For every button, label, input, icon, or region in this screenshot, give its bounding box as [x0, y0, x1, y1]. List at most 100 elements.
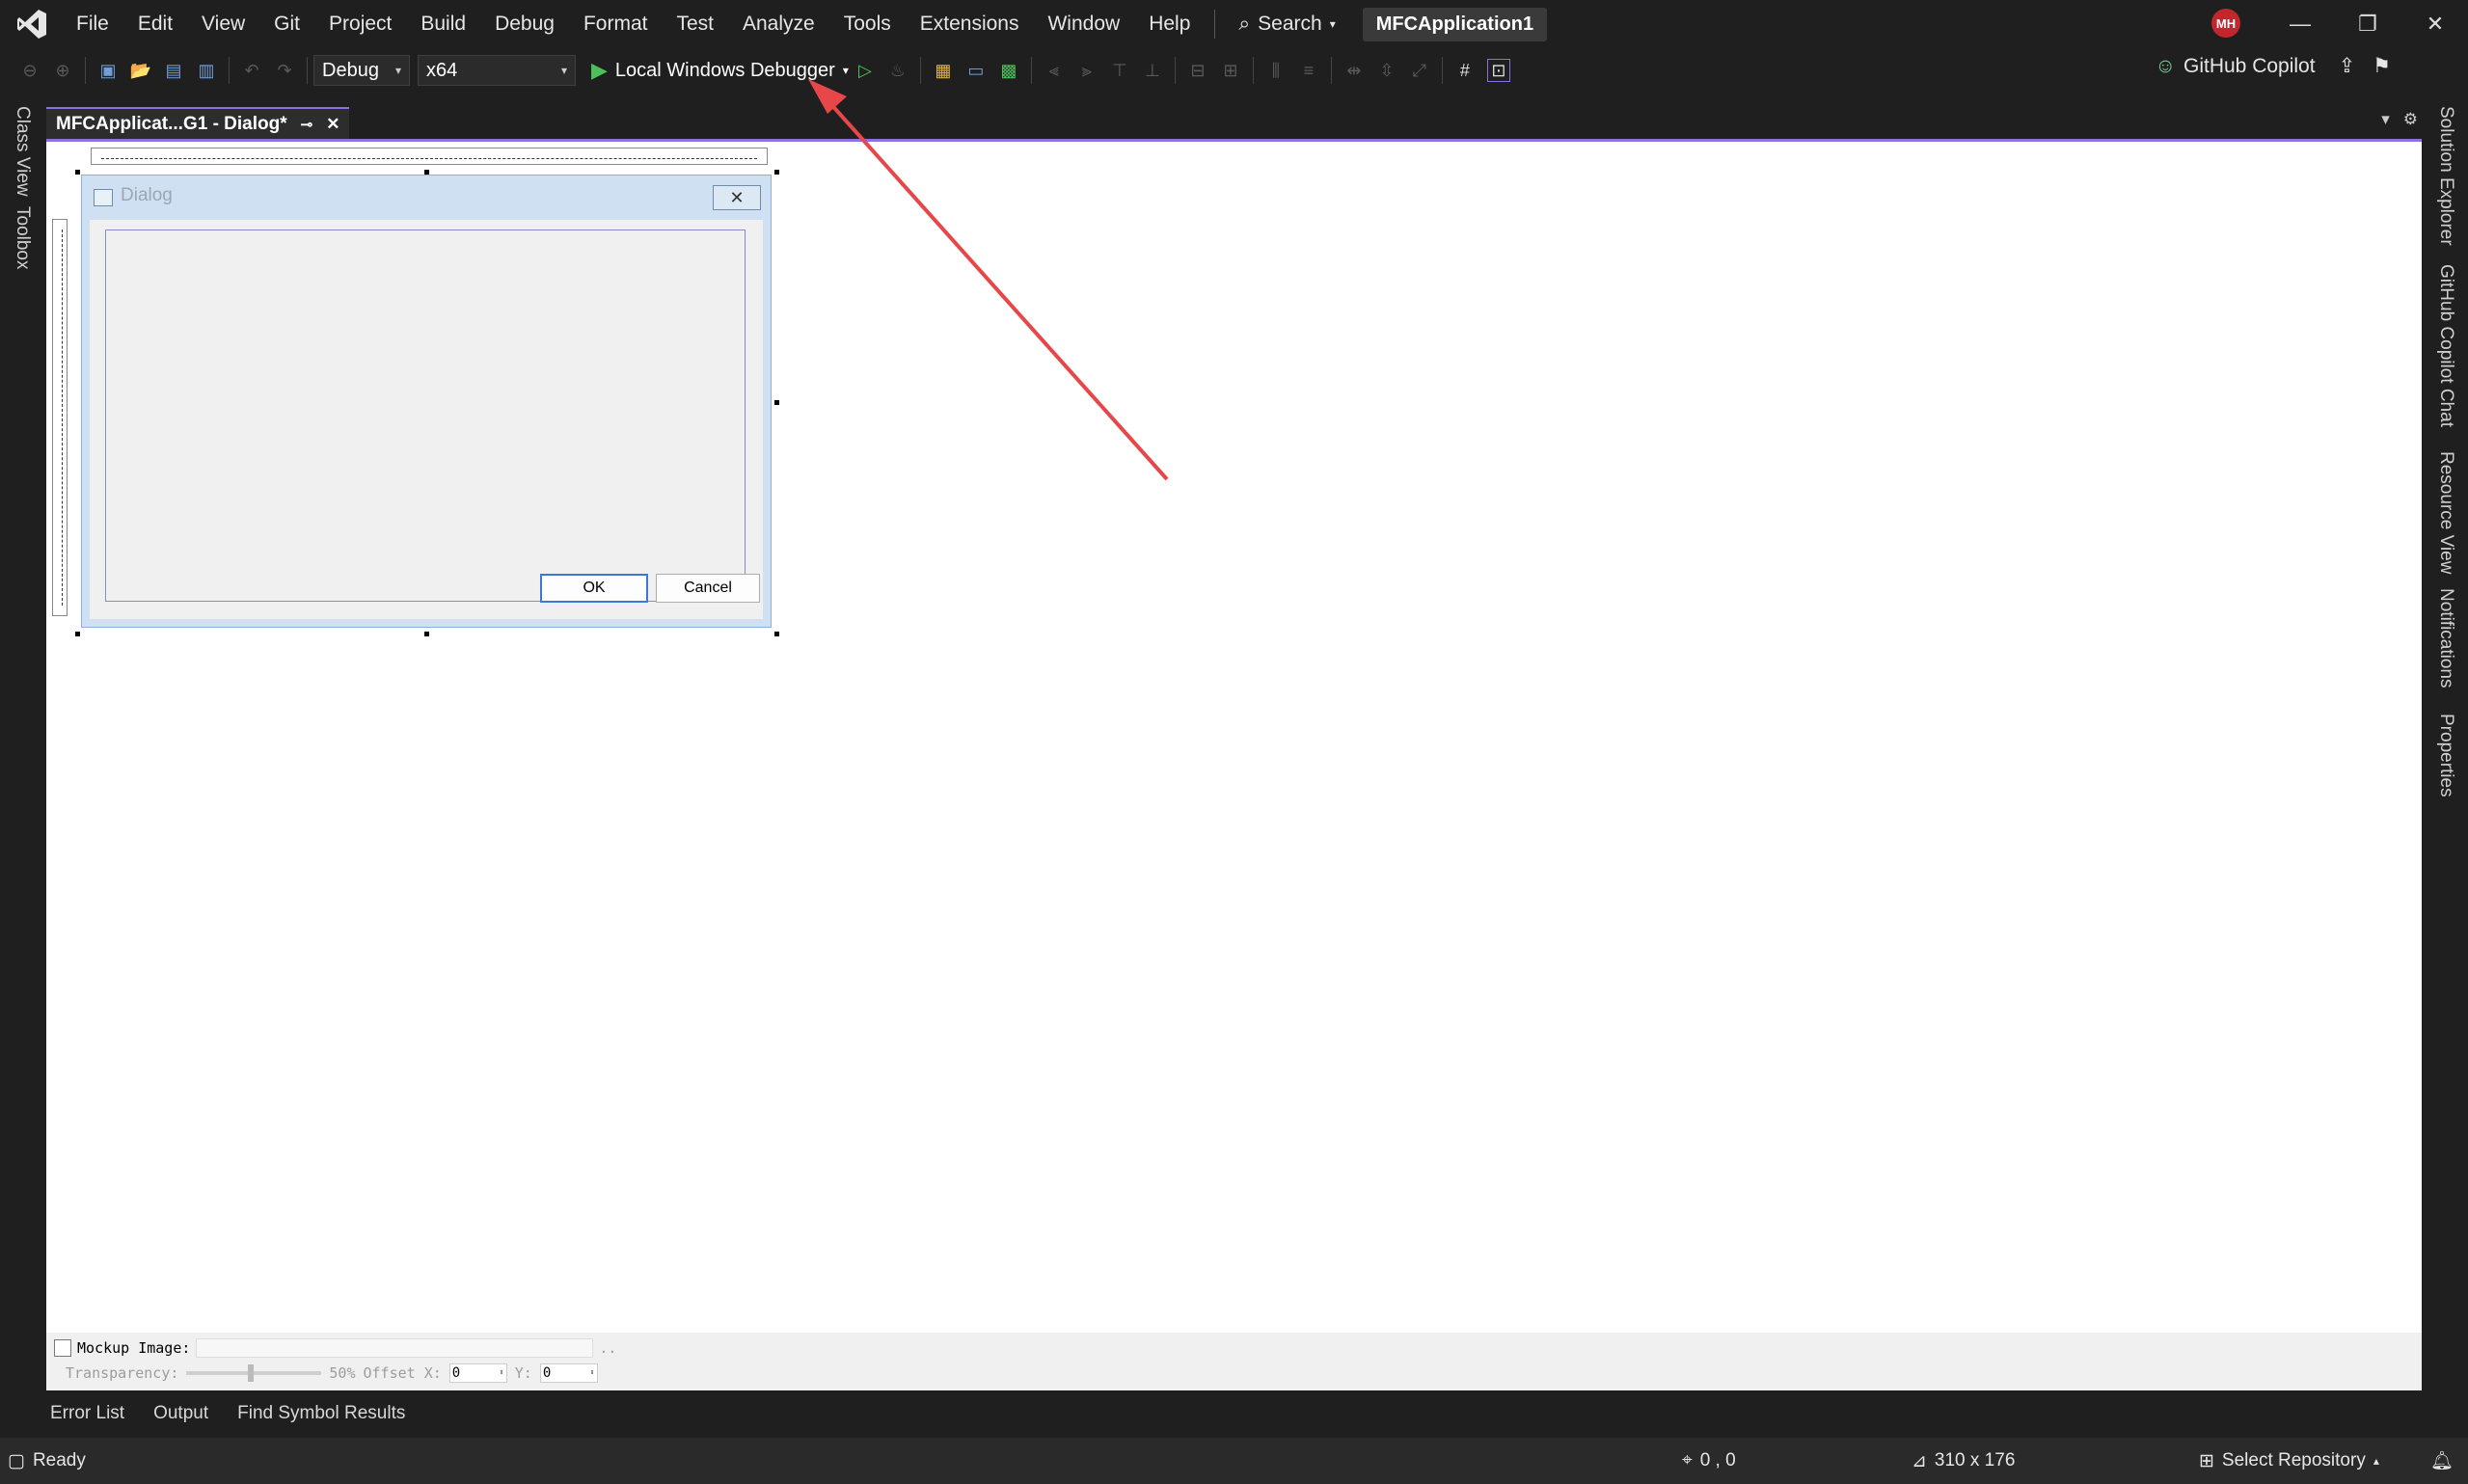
resize-handle[interactable]: [774, 632, 779, 636]
resize-handle[interactable]: [774, 170, 779, 175]
space-down-icon[interactable]: ≡: [1298, 60, 1319, 81]
menu-project[interactable]: Project: [314, 13, 406, 36]
status-bar: ▢ Ready ⌖ 0 , 0 ⊿ 310 x 176 ⊞ Select Rep…: [0, 1438, 2468, 1484]
share-icon[interactable]: ⇪: [2339, 54, 2356, 78]
feedback-icon[interactable]: ⚑: [2373, 54, 2391, 78]
github-copilot-button[interactable]: ☺ GitHub Copilot ⇪ ⚑: [2156, 54, 2391, 78]
transparency-slider[interactable]: [186, 1364, 322, 1382]
hot-reload-icon[interactable]: ♨: [887, 60, 909, 81]
configuration-select[interactable]: Debug ▾: [313, 55, 410, 86]
menu-debug[interactable]: Debug: [480, 13, 569, 36]
chevron-down-icon: ▾: [842, 64, 849, 77]
minimize-button[interactable]: —: [2266, 0, 2334, 48]
cancel-button[interactable]: Cancel: [656, 574, 760, 603]
mockup-image-checkbox[interactable]: [54, 1339, 71, 1357]
undo-icon[interactable]: ↶: [241, 60, 262, 81]
tab-output[interactable]: Output: [148, 1403, 214, 1424]
avatar[interactable]: MH: [2211, 9, 2240, 38]
offset-y-stepper[interactable]: 0 ⬍: [539, 1363, 598, 1383]
github-copilot-chat-tab[interactable]: GitHub Copilot Chat: [2435, 264, 2456, 427]
offset-x-stepper[interactable]: 0 ⬍: [448, 1363, 507, 1383]
forward-icon[interactable]: ⊕: [52, 60, 73, 81]
align-rights-icon[interactable]: ⫸: [1076, 60, 1098, 81]
spin-arrows-icon[interactable]: ⬍: [499, 1368, 503, 1378]
gear-icon[interactable]: ⚙: [2403, 110, 2418, 129]
menu-window[interactable]: Window: [1033, 13, 1134, 36]
class-view-tab[interactable]: Class View: [12, 106, 33, 197]
resize-handle[interactable]: [774, 400, 779, 405]
redo-icon[interactable]: ↷: [274, 60, 295, 81]
toolbox-tab[interactable]: Toolbox: [12, 206, 33, 270]
tab-dialog-resource[interactable]: MFCApplicat...G1 - Dialog* ⊸ ✕: [46, 107, 350, 139]
resize-handle[interactable]: [75, 632, 80, 636]
dialog-editor-surface[interactable]: Dialog ✕ OK Cancel: [46, 139, 2422, 1393]
offset-x-value: 0: [451, 1365, 461, 1381]
ok-button[interactable]: OK: [540, 574, 648, 603]
menu-build[interactable]: Build: [406, 13, 480, 36]
tab-error-list[interactable]: Error List: [44, 1403, 130, 1424]
align-tops-icon[interactable]: ⊤: [1109, 60, 1130, 81]
dialog-client-area[interactable]: OK Cancel: [90, 220, 763, 619]
mockup-image-path-field[interactable]: [196, 1338, 594, 1358]
menu-analyze[interactable]: Analyze: [728, 13, 829, 36]
spin-arrows-icon[interactable]: ⬍: [589, 1368, 594, 1378]
menu-tools[interactable]: Tools: [829, 13, 906, 36]
chevron-down-icon: ▾: [394, 64, 401, 77]
tab-find-symbol-results[interactable]: Find Symbol Results: [231, 1403, 411, 1424]
open-folder-icon[interactable]: 📂: [130, 60, 151, 81]
browse-button[interactable]: ..: [599, 1339, 616, 1357]
resource-view-tab[interactable]: Resource View: [2435, 451, 2456, 574]
toggle-guides-icon[interactable]: ⊡: [1486, 59, 1510, 82]
menu-view[interactable]: View: [187, 13, 259, 36]
start-without-debugging-icon[interactable]: ▷: [854, 60, 876, 81]
menu-edit[interactable]: Edit: [123, 13, 187, 36]
back-icon[interactable]: ⊖: [19, 60, 41, 81]
center-vertical-icon[interactable]: ⊟: [1187, 60, 1208, 81]
repository-icon: ⊞: [2199, 1450, 2214, 1471]
close-icon[interactable]: ✕: [326, 115, 339, 134]
resize-handle[interactable]: [424, 632, 429, 636]
notifications-tab[interactable]: Notifications: [2435, 588, 2456, 688]
select-repository-button[interactable]: ⊞ Select Repository ▴: [2199, 1450, 2379, 1472]
search-icon: ⌕: [1238, 13, 1251, 35]
menu-test[interactable]: Test: [662, 13, 728, 36]
new-project-icon[interactable]: ▣: [97, 60, 119, 81]
notifications-bell[interactable]: 🔔︎: [2430, 1449, 2454, 1472]
pin-icon[interactable]: ⊸: [301, 116, 313, 133]
menu-format[interactable]: Format: [569, 13, 663, 36]
search-button[interactable]: ⌕ Search ▾: [1225, 13, 1348, 36]
save-icon[interactable]: ▤: [163, 60, 184, 81]
make-same-width-icon[interactable]: ⇹: [1343, 60, 1365, 81]
chevron-down-icon[interactable]: ▾: [2381, 110, 2390, 129]
align-lefts-icon[interactable]: ⫷: [1044, 60, 1065, 81]
properties-tab[interactable]: Properties: [2435, 714, 2456, 797]
start-debugging-button[interactable]: ▶ Local Windows Debugger ▾: [591, 58, 849, 83]
center-horizontal-icon[interactable]: ⊞: [1220, 60, 1241, 81]
space-across-icon[interactable]: ⫼: [1265, 60, 1287, 81]
menu-extensions[interactable]: Extensions: [906, 13, 1034, 36]
close-window-button[interactable]: ✕: [2401, 0, 2468, 48]
output-tab-strip: Error List Output Find Symbol Results: [0, 1390, 2468, 1437]
standard-toolbar: ⊖ ⊕ ▣ 📂 ▤ ▥ ↶ ↷ Debug ▾ x64 ▾ ▶ Local Wi…: [0, 48, 2468, 93]
vertical-ruler[interactable]: [52, 219, 68, 616]
dialog-close-button[interactable]: ✕: [713, 185, 761, 210]
resize-handle[interactable]: [75, 170, 80, 175]
toggle-grid-icon[interactable]: #: [1454, 60, 1476, 81]
save-all-icon[interactable]: ▥: [196, 60, 217, 81]
menu-git[interactable]: Git: [259, 13, 314, 36]
platform-select[interactable]: x64 ▾: [418, 55, 576, 86]
dialog-preview[interactable]: Dialog ✕ OK Cancel: [81, 175, 772, 628]
platform-value: x64: [426, 59, 458, 81]
browse-folder-icon[interactable]: ▦: [933, 60, 954, 81]
test-dialog-icon[interactable]: ▩: [998, 60, 1019, 81]
restore-button[interactable]: ❐: [2334, 0, 2401, 48]
menu-file[interactable]: File: [62, 13, 123, 36]
window-layout-icon[interactable]: ▭: [965, 60, 987, 81]
solution-explorer-tab[interactable]: Solution Explorer: [2435, 106, 2456, 246]
mockup-image-label: Mockup Image:: [77, 1339, 191, 1357]
make-same-height-icon[interactable]: ⇳: [1376, 60, 1397, 81]
align-bottoms-icon[interactable]: ⊥: [1142, 60, 1163, 81]
horizontal-ruler[interactable]: [91, 148, 768, 165]
menu-help[interactable]: Help: [1134, 13, 1205, 36]
size-to-content-icon[interactable]: ⤢: [1409, 60, 1430, 81]
